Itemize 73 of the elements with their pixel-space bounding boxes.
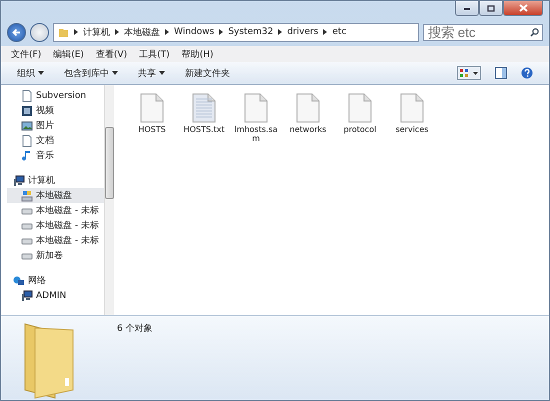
help-icon[interactable] [521, 67, 533, 79]
menu-item[interactable]: 帮助(H) [182, 48, 214, 60]
minimize-icon [463, 5, 471, 11]
breadcrumb-item[interactable]: etc [332, 27, 346, 37]
drive-icon [21, 190, 33, 202]
nav-item[interactable]: 本地磁盘 [7, 188, 104, 203]
chevron-icon[interactable] [165, 29, 169, 35]
chevron-icon[interactable] [74, 29, 78, 35]
nav-item[interactable]: ADMIN [7, 288, 104, 303]
toolbar-button[interactable]: 组织 [17, 66, 44, 80]
document-icon [21, 90, 33, 102]
chevron-icon[interactable] [219, 29, 224, 35]
breadcrumb-item[interactable]: System32 [228, 27, 274, 37]
menu-item[interactable]: 编辑(E) [53, 48, 84, 60]
file-icon [244, 93, 268, 123]
minimize-button[interactable] [455, 1, 479, 16]
breadcrumb-item[interactable]: 本地磁盘 [124, 26, 160, 38]
nav-group-label[interactable]: 网络 [28, 274, 46, 287]
item-count: 6 个对象 [117, 322, 153, 336]
breadcrumb-item[interactable]: Windows [174, 27, 214, 37]
file-icon [296, 93, 320, 123]
back-arrow-icon [12, 28, 21, 36]
computer-icon [21, 290, 33, 302]
computer-icon [13, 174, 25, 186]
file-name[interactable]: HOSTS [138, 125, 166, 134]
nav-item[interactable]: 新加卷 [7, 248, 104, 263]
nav-item[interactable]: 文档 [7, 133, 104, 148]
toolbar-button[interactable]: 包含到库中 [64, 66, 118, 80]
maximize-icon [487, 4, 495, 12]
preview-pane-icon[interactable] [495, 67, 507, 79]
chevron-icon[interactable] [115, 29, 119, 35]
file-icon [400, 93, 424, 123]
breadcrumb-item[interactable]: drivers [287, 27, 318, 37]
nav-item[interactable]: 音乐 [7, 148, 104, 163]
breadcrumb-item[interactable]: 计算机 [83, 26, 110, 38]
nav-item[interactable]: 本地磁盘 - 未标 [7, 218, 104, 233]
close-button[interactable] [503, 1, 543, 16]
file-icon [348, 93, 372, 123]
film-icon [21, 104, 33, 116]
document-icon [21, 134, 33, 146]
nav-item[interactable]: 视频 [7, 103, 104, 118]
network-icon [13, 274, 25, 286]
nav-item[interactable]: 本地磁盘 - 未标 [7, 203, 104, 218]
menu-item[interactable]: 工具(T) [139, 48, 170, 60]
menu-item[interactable]: 查看(V) [96, 48, 128, 60]
music-note-icon [21, 150, 33, 162]
forward-button[interactable] [30, 22, 49, 42]
close-icon [518, 4, 528, 12]
menu-item[interactable]: 文件(F) [11, 48, 42, 60]
file-name[interactable]: lmhosts.sam [234, 125, 278, 143]
picture-icon [21, 120, 33, 132]
search-icon [530, 28, 539, 36]
file-name[interactable]: networks [290, 125, 326, 134]
toolbar-button[interactable]: 新建文件夹 [185, 66, 230, 80]
nav-item[interactable]: 图片 [7, 118, 104, 133]
text-file-icon [192, 93, 216, 123]
back-button[interactable] [7, 22, 26, 42]
search-field[interactable]: 搜索 etc [423, 24, 543, 40]
maximize-button[interactable] [479, 1, 503, 16]
file-name[interactable]: HOSTS.txt [184, 125, 224, 134]
file-name[interactable]: protocol [344, 125, 376, 134]
address-bar[interactable]: 计算机 本地磁盘 Windows System32 drivers etc [53, 22, 419, 42]
nav-group-label[interactable]: 计算机 [28, 174, 55, 187]
scrollbar[interactable] [104, 85, 114, 315]
nav-item[interactable]: Subversion [7, 88, 104, 103]
toolbar-button[interactable]: 共享 [138, 66, 165, 80]
chevron-icon[interactable] [323, 29, 328, 35]
file-icon [140, 93, 164, 123]
nav-item[interactable]: 本地磁盘 - 未标 [7, 233, 104, 248]
file-name[interactable]: services [396, 125, 428, 134]
view-options-icon[interactable] [457, 66, 481, 80]
folder-icon [58, 26, 69, 38]
chevron-icon[interactable] [278, 29, 282, 35]
